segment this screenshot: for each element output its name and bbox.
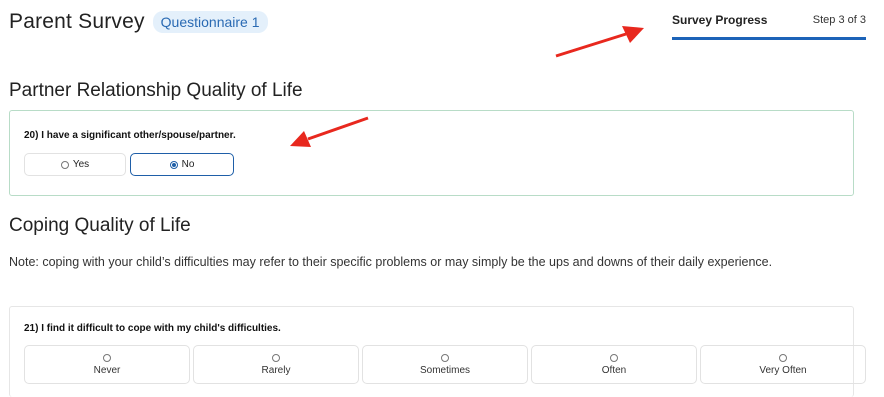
option-yes[interactable]: Yes — [24, 153, 126, 176]
option-no-label: No — [181, 159, 195, 170]
option-yes-label: Yes — [72, 159, 90, 170]
question-20-options: Yes No — [24, 153, 234, 176]
option-very-often[interactable]: Very Often — [700, 345, 866, 384]
section-title-partner: Partner Relationship Quality of Life — [9, 80, 303, 101]
radio-icon — [779, 353, 787, 362]
option-often[interactable]: Often — [531, 345, 697, 384]
question-card-20: 20) I have a significant other/spouse/pa… — [9, 110, 854, 196]
progress-bar — [672, 37, 866, 40]
radio-icon — [441, 353, 449, 362]
question-21-text: 21) I find it difficult to cope with my … — [24, 323, 281, 334]
option-rarely[interactable]: Rarely — [193, 345, 359, 384]
radio-icon — [60, 160, 69, 169]
radio-icon — [103, 353, 111, 362]
option-sometimes[interactable]: Sometimes — [362, 345, 528, 384]
question-card-21: 21) I find it difficult to cope with my … — [9, 306, 866, 397]
question-20-text: 20) I have a significant other/spouse/pa… — [24, 130, 236, 141]
option-never-label: Never — [93, 364, 121, 376]
option-rarely-label: Rarely — [261, 364, 291, 376]
coping-note: Note: coping with your child’s difficult… — [9, 255, 773, 269]
radio-checked-icon — [169, 160, 178, 169]
option-no[interactable]: No — [130, 153, 234, 176]
radio-icon — [610, 353, 618, 362]
question-21-options: Never Rarely Sometimes Often Very Often — [24, 345, 866, 384]
option-often-label: Often — [601, 364, 627, 376]
option-very-often-label: Very Often — [759, 364, 807, 376]
page-title: Parent Survey — [9, 10, 145, 33]
option-sometimes-label: Sometimes — [419, 364, 470, 376]
arrow-to-progress-icon — [555, 26, 644, 58]
progress-label: Survey Progress — [672, 13, 768, 27]
progress-step: Step 3 of 3 — [812, 14, 866, 26]
page-header: Parent Survey Questionnaire 1 — [9, 10, 268, 34]
questionnaire-badge: Questionnaire 1 — [152, 11, 268, 33]
section-title-coping: Coping Quality of Life — [9, 215, 191, 236]
option-never[interactable]: Never — [24, 345, 190, 384]
radio-icon — [272, 353, 280, 362]
survey-progress: Survey Progress Step 3 of 3 — [672, 10, 866, 40]
